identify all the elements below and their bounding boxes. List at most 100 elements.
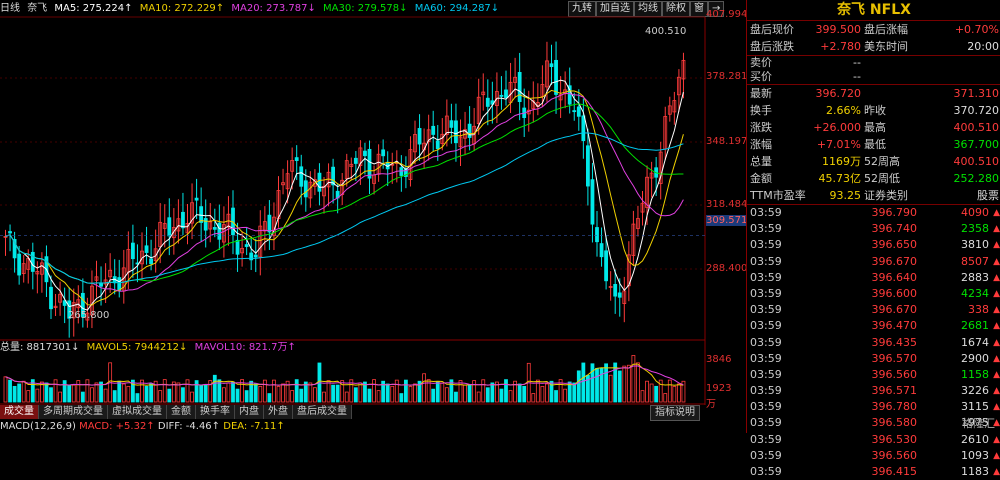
volume-bar xyxy=(12,385,17,403)
tick-time: 03:59 xyxy=(750,367,782,381)
tab-multi-period-volume[interactable]: 多周期成交量 xyxy=(39,405,108,419)
stats-label-2: 证券类别 xyxy=(864,189,908,202)
candle-body xyxy=(317,172,322,192)
candle-body xyxy=(167,217,172,237)
rows-value-2: +0.70% xyxy=(954,23,999,36)
vol-total: 总量: 8817301↓ xyxy=(0,342,80,353)
candle-body xyxy=(331,166,336,186)
volume-bar xyxy=(604,363,608,403)
volume-bar xyxy=(135,393,140,403)
volume-bar xyxy=(645,380,649,403)
stats-label-2: 52周高 xyxy=(864,155,900,168)
volume-bar xyxy=(62,380,67,403)
volume-bar xyxy=(344,391,349,403)
rows-value-2: 20:00 xyxy=(967,40,999,53)
volume-bar xyxy=(376,390,381,403)
candle-body xyxy=(367,148,372,179)
kline-panel[interactable]: 日线 奈飞 MA5: 275.224↑ MA10: 272.229↑ MA20:… xyxy=(0,0,750,433)
volume-bar xyxy=(144,385,149,403)
tab-volume[interactable]: 成交量 xyxy=(0,405,39,419)
tick-row: 03:59 396.670 8507 ▲ xyxy=(747,254,1000,270)
stats-value: 2.66% xyxy=(826,104,861,117)
volume-bar xyxy=(467,384,472,403)
tick-row: 03:59 396.415 1183 ▲ xyxy=(747,464,1000,480)
arrow-up-icon: ▲ xyxy=(993,369,1000,380)
volume-bar xyxy=(394,379,399,403)
tick-price: 396.560 xyxy=(871,448,918,462)
volume-bar xyxy=(276,386,281,403)
tick-time: 03:59 xyxy=(750,286,782,300)
volume-bar xyxy=(8,379,12,403)
volume-bar xyxy=(149,383,154,403)
rows-label-2: 美东时间 xyxy=(864,40,908,53)
volume-bar xyxy=(80,391,85,403)
kline-chart[interactable] xyxy=(0,0,745,433)
arrow-up-icon: ▲ xyxy=(993,305,1000,316)
rows-value: +2.780 xyxy=(820,40,861,53)
candle-body xyxy=(49,286,53,310)
volume-bar xyxy=(431,388,436,403)
tab-outer[interactable]: 外盘 xyxy=(264,405,293,419)
volume-bar xyxy=(35,388,40,403)
tick-row: 03:59 396.470 2681 ▲ xyxy=(747,318,1000,334)
stats-value: 1169万 xyxy=(822,155,861,168)
tick-time: 03:59 xyxy=(750,351,782,365)
price-axis-label-2: 378.281 xyxy=(706,71,748,82)
tick-qty: 2900 xyxy=(961,351,989,365)
tick-qty: 2883 xyxy=(961,270,989,284)
stats-row: 总量 1169万 52周高 400.510 xyxy=(747,153,1000,170)
tick-list[interactable]: 03:59 396.790 4090 ▲ 03:59 396.740 2358 ▲ 03:59 3… xyxy=(747,205,1000,480)
volume-bar xyxy=(290,390,295,403)
volume-bar xyxy=(545,383,549,403)
stats-value-2: 367.700 xyxy=(953,138,1000,151)
tick-qty: 1093 xyxy=(961,448,989,462)
candle-body xyxy=(149,258,154,265)
tick-price: 396.470 xyxy=(871,319,918,333)
volume-bar xyxy=(444,387,449,403)
ma60-line xyxy=(5,132,684,284)
volume-bar xyxy=(181,387,185,403)
tick-time: 03:59 xyxy=(750,400,782,414)
volume-bar xyxy=(399,393,404,403)
volume-bar xyxy=(622,365,627,403)
book-row: 买价 -- xyxy=(747,70,1000,84)
tab-after-hours-volume[interactable]: 盘后成交量 xyxy=(293,405,352,419)
tick-price: 396.570 xyxy=(871,351,918,365)
volume-bar xyxy=(476,391,481,403)
volume-bar xyxy=(203,384,208,403)
volume-bar xyxy=(663,393,668,403)
volume-bar xyxy=(358,382,363,403)
candle-body xyxy=(586,145,590,187)
tick-time: 03:59 xyxy=(750,384,782,398)
tick-qty: 1183 xyxy=(961,465,989,478)
volume-bar xyxy=(322,391,326,403)
indicator-help-button[interactable]: 指标说明 xyxy=(650,405,700,421)
candle-body xyxy=(604,250,608,282)
candle-body xyxy=(599,243,604,258)
quote-panel: 奈飞 NFLX 盘后现价 399.500 盘后涨幅 +0.70% 盘后涨跌 +2.780 美… xyxy=(746,0,1000,478)
price-axis-label-3: 348.197 xyxy=(706,136,748,147)
tick-row: 03:59 396.740 2358 ▲ xyxy=(747,221,1000,237)
volume-bar xyxy=(3,376,8,403)
tab-amount[interactable]: 金额 xyxy=(167,405,196,419)
tick-qty: 3810 xyxy=(961,238,989,252)
arrow-up-icon: ▲ xyxy=(993,256,1000,267)
candle-body xyxy=(554,59,558,95)
volume-bar xyxy=(472,380,477,403)
tab-turnover[interactable]: 换手率 xyxy=(196,405,235,419)
candle-body xyxy=(253,254,258,258)
mavol5-value: MAVOL5: 7944212↓ xyxy=(86,342,188,353)
tick-price: 396.571 xyxy=(871,384,918,398)
candle-body xyxy=(435,140,440,150)
price-axis-label-4: 318.484 xyxy=(706,199,748,210)
volume-bar xyxy=(103,388,108,403)
tab-virtual-volume[interactable]: 虚拟成交量 xyxy=(108,405,167,419)
tick-price: 396.415 xyxy=(871,465,918,478)
stats-label-2: 昨收 xyxy=(864,104,886,117)
candle-body xyxy=(194,197,199,201)
tick-qty: 2610 xyxy=(961,432,989,446)
tick-row: 03:59 396.790 4090 ▲ xyxy=(747,205,1000,221)
tab-inner[interactable]: 内盘 xyxy=(235,405,264,419)
candle-body xyxy=(30,251,35,272)
macd-legend: MACD(12,26,9) MACD: +5.32↑ DIFF: -4.46↑ … xyxy=(0,421,700,433)
